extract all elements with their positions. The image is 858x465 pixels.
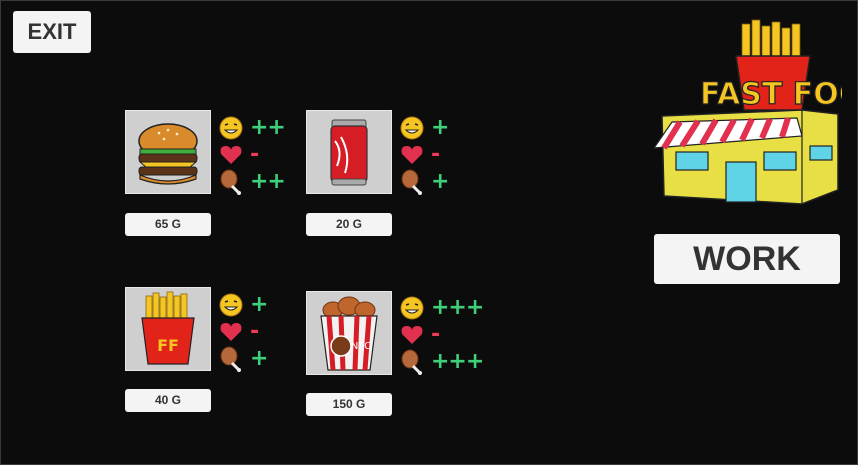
- smiley-icon: [218, 292, 244, 318]
- chicken-bucket-icon: NFC: [320, 296, 378, 371]
- fries-card[interactable]: FF: [125, 287, 211, 371]
- smiley-icon: [399, 115, 425, 141]
- hunger-value: +: [250, 346, 268, 371]
- exit-button[interactable]: EXIT: [13, 11, 91, 53]
- hunger-value: ++: [250, 169, 286, 194]
- happiness-value: +: [250, 292, 268, 317]
- fast-food-shop-illustration: FAST FOOD: [652, 18, 858, 213]
- hunger-value: +: [431, 169, 449, 194]
- happiness-value: ++: [250, 115, 286, 140]
- health-value: -: [431, 142, 440, 167]
- happiness-value: +: [431, 115, 449, 140]
- health-value: -: [250, 142, 259, 167]
- heart-icon: [218, 142, 244, 168]
- drumstick-icon: [218, 169, 244, 195]
- burger-price-button[interactable]: 65 G: [125, 213, 211, 236]
- heart-icon: [399, 322, 425, 348]
- cola-can-icon: [330, 119, 368, 186]
- cola-price-button[interactable]: 20 G: [306, 213, 392, 236]
- health-value: -: [431, 322, 440, 347]
- chicken-bucket-card[interactable]: NFC: [306, 291, 392, 375]
- health-value: -: [250, 319, 259, 344]
- cola-card[interactable]: [306, 110, 392, 194]
- fries-price-button[interactable]: 40 G: [125, 389, 211, 412]
- happiness-value: +++: [431, 295, 484, 320]
- burger-icon: [138, 123, 198, 185]
- svg-text:FF: FF: [157, 336, 179, 355]
- burger-card[interactable]: [125, 110, 211, 194]
- svg-text:NFC: NFC: [351, 341, 371, 352]
- shop-sign-text: FAST FOOD: [700, 77, 842, 112]
- fries-icon: FF: [141, 291, 195, 365]
- chicken-bucket-price-button[interactable]: 150 G: [306, 393, 392, 416]
- heart-icon: [218, 319, 244, 345]
- drumstick-icon: [399, 349, 425, 375]
- smiley-icon: [218, 115, 244, 141]
- smiley-icon: [399, 295, 425, 321]
- drumstick-icon: [399, 169, 425, 195]
- hunger-value: +++: [431, 349, 484, 374]
- shop-building-icon: FAST FOOD: [652, 19, 858, 205]
- heart-icon: [399, 142, 425, 168]
- drumstick-icon: [218, 346, 244, 372]
- work-button[interactable]: WORK: [654, 234, 840, 284]
